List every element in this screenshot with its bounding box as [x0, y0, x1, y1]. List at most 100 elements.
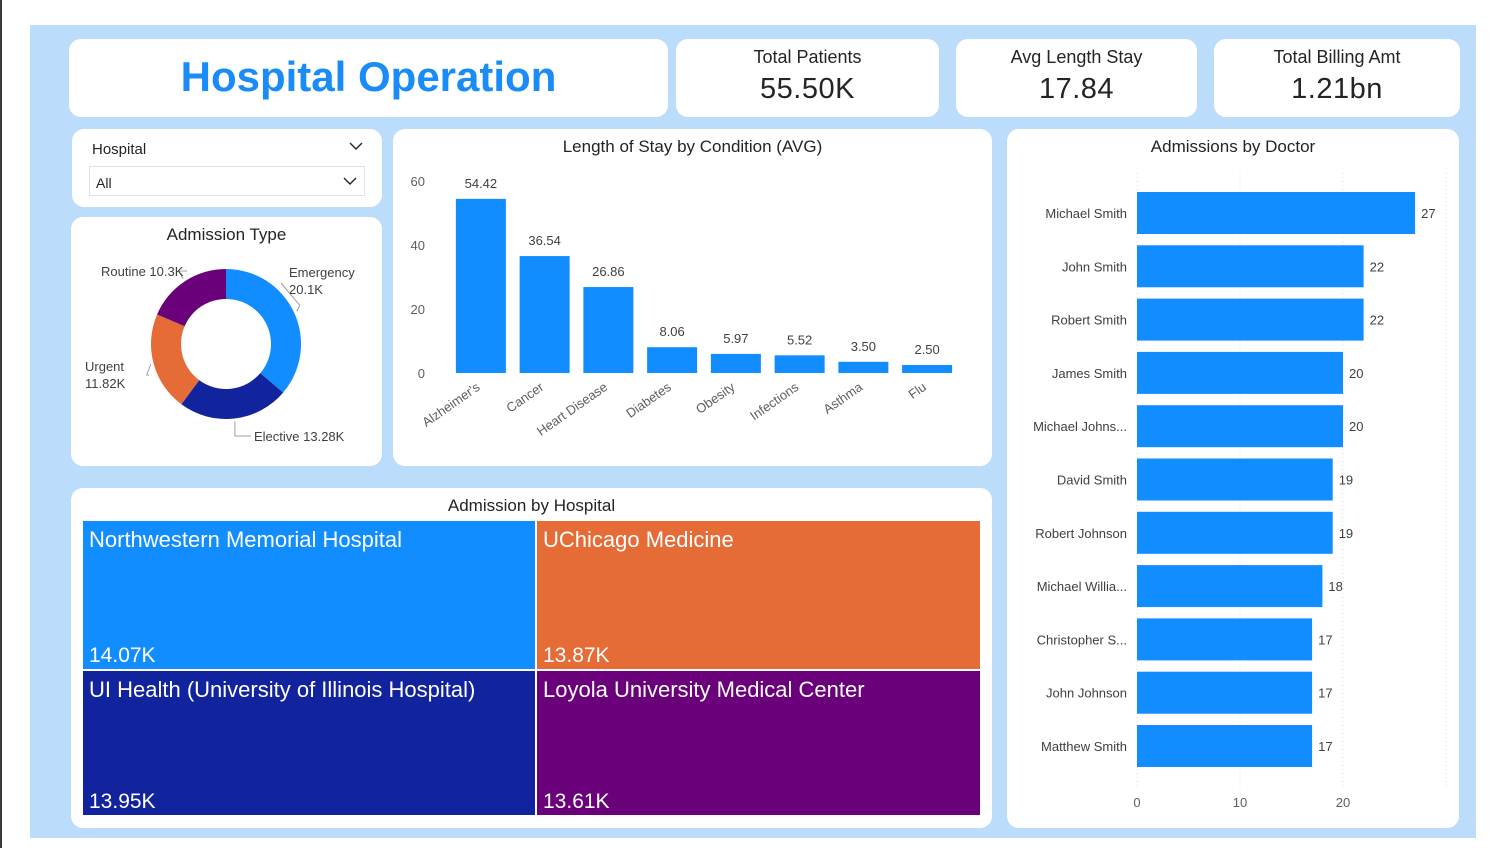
bar	[519, 256, 570, 373]
bar	[1137, 511, 1333, 554]
slicer-selected-value: All	[96, 175, 112, 191]
admissions-by-doctor-card: Admissions by Doctor 0 10 20 Michael Smith 2…	[1007, 129, 1459, 828]
admission-type-donut-chart: Emergency 20.1K Elective 13.28K Urgent 11.82…	[85, 264, 355, 444]
donut-leader-line	[234, 421, 251, 437]
x-tick-label: Heart Disease	[534, 379, 610, 439]
donut-data-label: Emergency	[289, 265, 355, 280]
tile-value: 14.07K	[89, 644, 156, 667]
kpi-label: Total Billing Amt	[1273, 47, 1401, 67]
bar-data-label: 22	[1370, 313, 1384, 328]
x-tick-label: 10	[1233, 795, 1247, 810]
y-category-label: Christopher S...	[1037, 632, 1127, 647]
y-category-label: David Smith	[1057, 473, 1127, 488]
x-tick-label: Asthma	[820, 379, 865, 417]
bar-data-label: 2.50	[914, 342, 939, 357]
bar-data-label: 5.52	[787, 332, 812, 347]
bar	[1137, 565, 1323, 608]
y-category-label: Michael Johns...	[1033, 419, 1127, 434]
treemap-tile[interactable]: Northwestern Memorial Hospital 14.07K	[83, 521, 535, 669]
title-card: Hospital Operation	[69, 39, 668, 117]
tile-value: 13.95K	[89, 790, 156, 813]
slicer-dropdown[interactable]: All	[89, 166, 365, 196]
y-category-label: Robert Johnson	[1035, 526, 1127, 541]
bar-data-label: 19	[1339, 473, 1353, 488]
y-category-label: John Johnson	[1046, 686, 1127, 701]
y-category-label: Matthew Smith	[1041, 739, 1127, 754]
kpi-card-avg-length-stay: Avg Length Stay 17.84	[956, 39, 1197, 117]
bar-data-label: 17	[1318, 686, 1332, 701]
bar-data-label: 17	[1318, 632, 1332, 647]
bar-data-label: 8.06	[659, 324, 684, 339]
bar	[455, 198, 506, 373]
bar-data-label: 20	[1349, 419, 1363, 434]
bar-data-label: 27	[1421, 206, 1435, 221]
donut-data-label: 11.82K	[85, 376, 126, 391]
kpi-card-total-patients: Total Patients 55.50K	[676, 39, 939, 117]
kpi-value: 17.84	[1038, 73, 1115, 105]
donut-leader-line	[145, 364, 152, 376]
bar-data-label: 5.97	[723, 331, 748, 346]
bar	[1137, 245, 1364, 288]
bar	[1137, 671, 1313, 714]
bar-data-label: 3.50	[851, 339, 876, 354]
bar-data-label: 17	[1318, 739, 1332, 754]
chevron-down-icon[interactable]	[348, 139, 364, 153]
treemap-tile[interactable]: UI Health (University of Illinois Hospit…	[83, 671, 535, 815]
y-category-label: John Smith	[1062, 259, 1127, 274]
bar	[1137, 618, 1313, 661]
bar-data-label: 22	[1370, 259, 1384, 274]
bar	[583, 287, 634, 373]
bar-data-label: 18	[1328, 579, 1342, 594]
y-tick-label: 20	[411, 302, 425, 317]
bar	[1137, 458, 1333, 501]
y-category-label: Michael Willia...	[1037, 579, 1127, 594]
length-of-stay-bar-chart: 0 20 40 60 54.42 Alzheimer's 36.54 Cancer 26.86 H…	[411, 174, 953, 439]
page-title: Hospital Operation	[180, 53, 557, 100]
chevron-down-icon[interactable]	[342, 174, 358, 188]
treemap-tile[interactable]: UChicago Medicine 13.87K	[537, 521, 980, 669]
bar-data-label: 19	[1339, 526, 1353, 541]
y-tick-label: 40	[411, 238, 425, 253]
bar-data-label: 54.42	[465, 176, 498, 191]
x-tick-label: 20	[1336, 795, 1350, 810]
tile-label: Loyola University Medical Center	[543, 677, 865, 702]
x-tick-label: Infections	[747, 379, 802, 423]
admission-type-card: Admission Type Emergency 20.1K Elective 13…	[71, 217, 382, 466]
tile-label: UI Health (University of Illinois Hospit…	[89, 677, 476, 702]
kpi-label: Total Patients	[753, 47, 862, 67]
bar-data-label: 36.54	[528, 233, 561, 248]
tile-label: UChicago Medicine	[543, 527, 734, 552]
bar	[838, 361, 889, 373]
kpi-card-total-billing: Total Billing Amt 1.21bn	[1214, 39, 1460, 117]
y-category-label: Michael Smith	[1045, 206, 1127, 221]
tile-value: 13.87K	[543, 644, 610, 667]
bar-data-label: 26.86	[592, 264, 625, 279]
admissions-by-doctor-bar-chart: 0 10 20 Michael Smith 27 John Smith 22 Robert S…	[1033, 173, 1447, 810]
chart-title: Admission by Hospital	[447, 496, 616, 515]
bar	[647, 347, 698, 373]
bar	[1137, 298, 1364, 341]
bar	[1137, 351, 1343, 394]
x-tick-label: Flu	[905, 379, 928, 402]
y-tick-label: 60	[411, 174, 425, 189]
x-tick-label: Obesity	[693, 379, 738, 417]
admission-by-hospital-card: Admission by Hospital Northwestern Memor…	[71, 488, 992, 828]
slicer-label: Hospital	[92, 141, 147, 158]
bar	[1137, 192, 1416, 234]
x-tick-label: Alzheimer's	[419, 379, 483, 430]
kpi-value: 55.50K	[760, 73, 855, 105]
donut-data-label: Routine 10.3K	[101, 264, 184, 279]
y-tick-label: 0	[418, 366, 425, 381]
donut-data-label: 20.1K	[289, 282, 323, 297]
treemap-tile[interactable]: Loyola University Medical Center 13.61K	[537, 671, 980, 815]
bar	[710, 353, 761, 373]
tile-label: Northwestern Memorial Hospital	[89, 527, 402, 552]
length-of-stay-card: Length of Stay by Condition (AVG) 0 20 40 6…	[393, 129, 992, 466]
x-tick-label: 0	[1133, 795, 1140, 810]
bar	[1137, 725, 1313, 767]
bar-data-label: 20	[1349, 366, 1363, 381]
kpi-label: Avg Length Stay	[1010, 47, 1143, 67]
report-page: Hospital Operation Total Patients 55.50K…	[0, 0, 1507, 848]
x-tick-label: Cancer	[503, 379, 546, 416]
donut-data-label: Elective 13.28K	[254, 429, 345, 444]
